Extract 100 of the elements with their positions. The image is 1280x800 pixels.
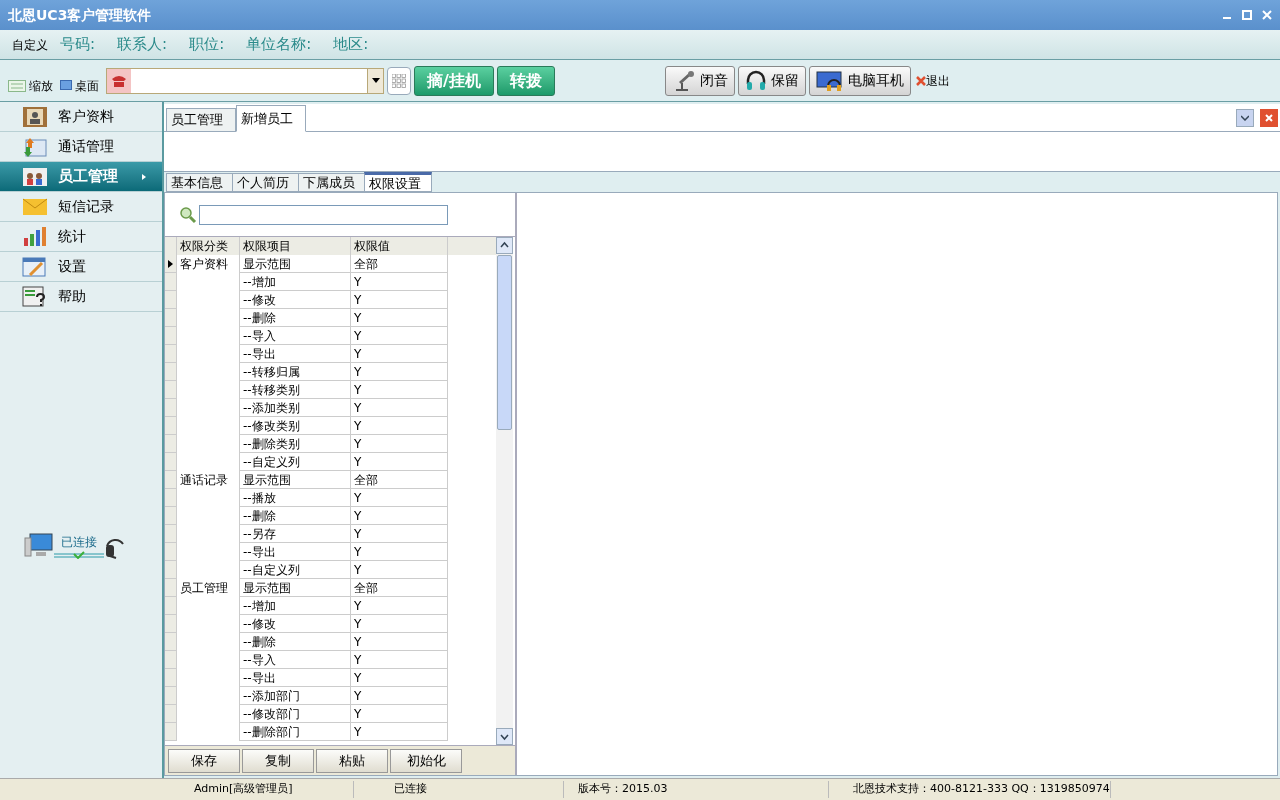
sidebar-item[interactable]: 员工管理	[0, 162, 162, 192]
table-cell: --修改部门	[240, 705, 351, 723]
custom-label[interactable]: 自定义	[12, 35, 48, 54]
exit-button[interactable]: 退出	[915, 71, 950, 90]
table-cell: Y	[351, 291, 448, 309]
table-cell: Y	[351, 561, 448, 579]
table-cell: Y	[351, 435, 448, 453]
query-field-label: 地区:	[333, 34, 369, 56]
table-cell-text: 通话记录	[180, 472, 228, 489]
table-cell: --修改	[240, 615, 351, 633]
table-cell: Y	[351, 633, 448, 651]
connection-check-icon	[54, 551, 104, 559]
table-cell: Y	[351, 597, 448, 615]
status-text: 北恩技术支持：400-8121-333 QQ：1319850974	[829, 781, 1111, 798]
scroll-down-icon[interactable]	[496, 728, 513, 745]
action-button[interactable]: 粘贴	[316, 748, 388, 773]
search-field[interactable]	[199, 204, 448, 225]
table-cell: --导出	[240, 669, 351, 687]
table-cell: --导出	[240, 345, 351, 363]
keypad-icon	[392, 73, 406, 88]
status-text: 版本号：2015.03	[564, 781, 829, 798]
wrench-window-icon	[22, 255, 48, 278]
bar-chart-icon	[22, 225, 48, 248]
sidebar-item[interactable]: 短信记录	[0, 192, 162, 222]
table-cell: --修改类别	[240, 417, 351, 435]
column-header[interactable]: 权限项目	[240, 237, 351, 255]
table-cell: --导入	[240, 327, 351, 345]
help-icon	[22, 285, 48, 308]
search-icon	[179, 205, 197, 224]
tab[interactable]: 下属成员	[298, 173, 366, 192]
status-text: Admin[高级管理员]	[164, 781, 354, 798]
tab[interactable]: 个人简历	[232, 173, 300, 192]
tab[interactable]: 员工管理	[166, 108, 236, 132]
tab[interactable]: 基本信息	[166, 173, 234, 192]
action-button[interactable]: 保存	[168, 748, 240, 773]
table-cell: Y	[351, 381, 448, 399]
collapse-button[interactable]	[1236, 109, 1254, 127]
column-header[interactable]: 权限分类	[177, 237, 240, 255]
call-control-button[interactable]: 电脑耳机	[808, 65, 911, 96]
dropdown-caret-icon	[371, 78, 380, 83]
table-cell: Y	[351, 327, 448, 345]
list-icon[interactable]	[8, 79, 26, 92]
table-cell: --自定义列	[240, 453, 351, 471]
table-cell: Y	[351, 687, 448, 705]
monitor-icon[interactable]	[60, 79, 72, 92]
chevron-down-icon	[1241, 115, 1249, 121]
table-cell: Y	[351, 309, 448, 327]
table-cell: 显示范围	[240, 579, 351, 597]
close-icon[interactable]	[1262, 10, 1272, 20]
query-field-label: 联系人:	[117, 34, 168, 56]
maximize-icon[interactable]	[1242, 10, 1252, 20]
table-cell: --添加部门	[240, 687, 351, 705]
table-cell: Y	[351, 543, 448, 561]
call-control-button[interactable]: 闭音	[664, 65, 735, 96]
keypad-button[interactable]	[387, 66, 411, 95]
table-cell: Y	[351, 615, 448, 633]
table-cell: Y	[351, 489, 448, 507]
table-cell: Y	[351, 399, 448, 417]
table-cell: 全部	[351, 579, 448, 597]
table-cell: --删除	[240, 507, 351, 525]
table-cell: Y	[351, 705, 448, 723]
sidebar-item[interactable]: 帮助	[0, 282, 162, 312]
row-indicator[interactable]	[165, 255, 177, 273]
action-button[interactable]: 复制	[242, 748, 314, 773]
headphones-icon	[744, 69, 767, 92]
sidebar-item[interactable]: 统计	[0, 222, 162, 252]
sidebar-item[interactable]: 客户资料	[0, 102, 162, 132]
zoom-label[interactable]: 缩放	[29, 76, 53, 95]
call-control-button[interactable]: 保留	[737, 65, 806, 96]
table-cell: Y	[351, 273, 448, 291]
close-icon	[915, 75, 926, 86]
table-cell: Y	[351, 417, 448, 435]
tab[interactable]: 新增员工	[236, 105, 306, 132]
status-text: 已连接	[354, 781, 564, 798]
action-button[interactable]: 初始化	[390, 748, 462, 773]
scroll-thumb[interactable]	[497, 255, 512, 430]
scroll-up-icon[interactable]	[496, 237, 513, 254]
table-cell: 显示范围	[240, 471, 351, 489]
scrollbar[interactable]	[496, 237, 513, 745]
query-field-label: 单位名称:	[246, 34, 312, 56]
table-cell: --增加	[240, 273, 351, 291]
table-cell: 全部	[351, 255, 448, 273]
tab[interactable]: 权限设置	[364, 172, 432, 192]
table-cell: --增加	[240, 597, 351, 615]
table-cell: --转移归属	[240, 363, 351, 381]
connection-status: 已连接	[61, 534, 97, 551]
table-cell: --删除类别	[240, 435, 351, 453]
people-icon	[22, 165, 48, 188]
desktop-label[interactable]: 桌面	[75, 76, 99, 95]
sidebar-item[interactable]: 设置	[0, 252, 162, 282]
table-cell: Y	[351, 669, 448, 687]
column-header[interactable]: 权限值	[351, 237, 448, 255]
phone-number-combobox[interactable]	[106, 67, 384, 94]
table-cell: --添加类别	[240, 399, 351, 417]
close-tab-button[interactable]	[1260, 109, 1278, 127]
current-row-icon	[168, 259, 173, 268]
table-cell: --导入	[240, 651, 351, 669]
table-cell: --播放	[240, 489, 351, 507]
table-cell: --转移类别	[240, 381, 351, 399]
table-cell: --删除	[240, 309, 351, 327]
